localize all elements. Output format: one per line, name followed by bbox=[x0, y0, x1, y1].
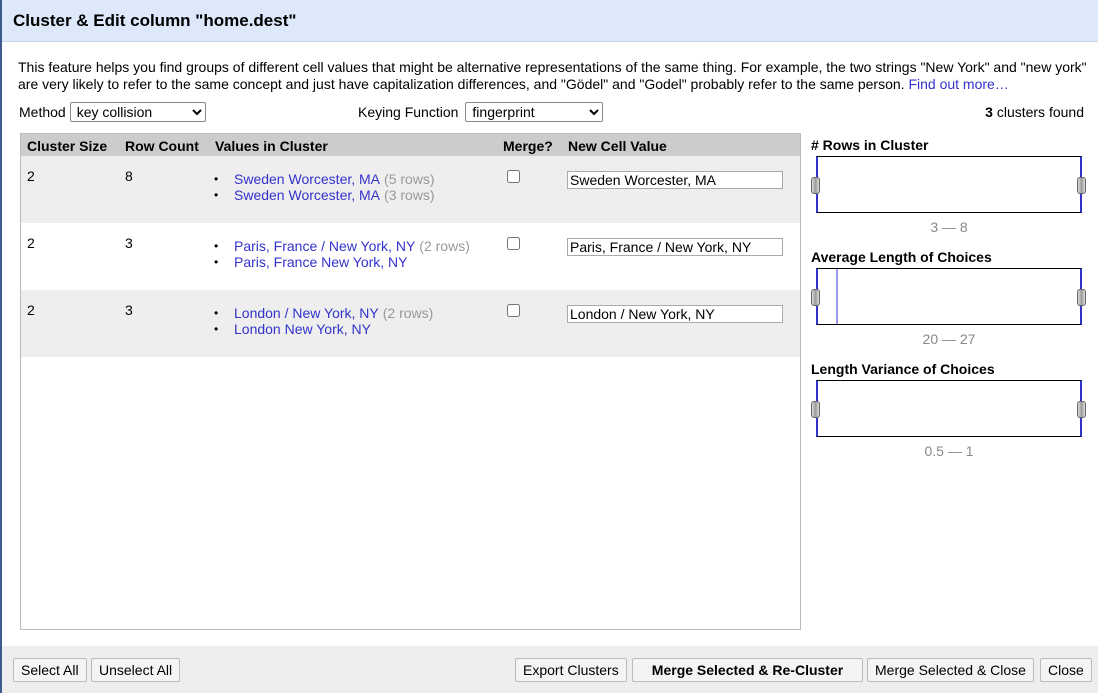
keying-control: Keying Function fingerprint bbox=[358, 102, 604, 122]
facet-title: Length Variance of Choices bbox=[811, 361, 995, 377]
facet-range: 0.5 — 1 bbox=[924, 443, 974, 459]
cluster-value: London / New York, NY(2 rows) bbox=[217, 305, 433, 321]
clusters-suffix: clusters found bbox=[992, 104, 1084, 120]
range-handle-right[interactable] bbox=[1077, 401, 1086, 418]
table-header: Cluster Size Row Count Values in Cluster… bbox=[21, 134, 800, 156]
range-handle-right[interactable] bbox=[1077, 289, 1086, 306]
method-label: Method bbox=[19, 104, 66, 120]
clusters-count: 3 bbox=[985, 104, 993, 120]
col-merge[interactable]: Merge? bbox=[503, 138, 553, 154]
clusters-table: Cluster Size Row Count Values in Cluster… bbox=[20, 133, 801, 630]
facet-title: # Rows in Cluster bbox=[811, 137, 929, 153]
range-handle-right[interactable] bbox=[1077, 177, 1086, 194]
dialog-title: Cluster & Edit column "home.dest" bbox=[13, 11, 297, 30]
row-count: 3 bbox=[125, 235, 133, 251]
cluster-size: 2 bbox=[27, 235, 35, 251]
col-new-value[interactable]: New Cell Value bbox=[568, 138, 667, 154]
range-handle-left[interactable] bbox=[811, 289, 820, 306]
dialog-header: Cluster & Edit column "home.dest" bbox=[2, 0, 1098, 42]
values-list: London / New York, NY(2 rows)London New … bbox=[217, 305, 433, 337]
value-row-count: (2 rows) bbox=[382, 305, 434, 321]
col-row-count[interactable]: Row Count bbox=[125, 138, 199, 154]
value-link[interactable]: Paris, France / New York, NY bbox=[234, 238, 415, 254]
value-link[interactable]: London New York, NY bbox=[234, 321, 371, 337]
table-row: 2 3 London / New York, NY(2 rows)London … bbox=[21, 290, 800, 357]
new-cell-value-input[interactable] bbox=[567, 238, 783, 256]
col-cluster-size[interactable]: Cluster Size bbox=[27, 138, 107, 154]
select-all-button[interactable]: Select All bbox=[13, 658, 87, 682]
clusters-found: 3 clusters found bbox=[985, 104, 1084, 120]
method-control: Method key collision bbox=[19, 102, 206, 122]
method-select[interactable]: key collision bbox=[69, 102, 206, 122]
facet-title: Average Length of Choices bbox=[811, 249, 992, 265]
range-handle-left[interactable] bbox=[811, 177, 820, 194]
range-facet: # Rows in Cluster 3 — 8 bbox=[811, 137, 1091, 235]
facet-range: 3 — 8 bbox=[930, 219, 968, 235]
cluster-value: London New York, NY bbox=[217, 321, 433, 337]
facet-histogram bbox=[816, 380, 1082, 437]
value-link[interactable]: Paris, France New York, NY bbox=[234, 254, 408, 270]
new-cell-value-input[interactable] bbox=[567, 171, 783, 189]
merge-recluster-button[interactable]: Merge Selected & Re-Cluster bbox=[632, 658, 863, 682]
export-clusters-button[interactable]: Export Clusters bbox=[515, 658, 627, 682]
facet-histogram bbox=[816, 156, 1082, 213]
cluster-size: 2 bbox=[27, 302, 35, 318]
cluster-value: Sweden Worcester, MA(5 rows) bbox=[217, 171, 435, 187]
merge-checkbox[interactable] bbox=[507, 170, 520, 183]
facet-histogram bbox=[816, 268, 1082, 325]
merge-checkbox[interactable] bbox=[507, 237, 520, 250]
value-row-count: (2 rows) bbox=[419, 238, 470, 254]
value-link[interactable]: Sweden Worcester, MA bbox=[234, 187, 380, 203]
merge-close-button[interactable]: Merge Selected & Close bbox=[867, 658, 1034, 682]
range-facet: Length Variance of Choices 0.5 — 1 bbox=[811, 361, 1091, 459]
close-button[interactable]: Close bbox=[1040, 658, 1092, 682]
new-cell-value-input[interactable] bbox=[567, 305, 783, 323]
table-row: 2 3 Paris, France / New York, NY(2 rows)… bbox=[21, 223, 800, 290]
col-values[interactable]: Values in Cluster bbox=[215, 138, 328, 154]
unselect-all-button[interactable]: Unselect All bbox=[91, 658, 181, 682]
cluster-value: Paris, France / New York, NY(2 rows) bbox=[217, 238, 470, 254]
range-facet: Average Length of Choices 20 — 27 bbox=[811, 249, 1091, 347]
merge-checkbox[interactable] bbox=[507, 304, 520, 317]
row-count: 8 bbox=[125, 168, 133, 184]
cluster-value: Sweden Worcester, MA(3 rows) bbox=[217, 187, 435, 203]
value-row-count: (5 rows) bbox=[384, 171, 435, 187]
facet-range: 20 — 27 bbox=[922, 331, 976, 347]
keying-function-select[interactable]: fingerprint bbox=[465, 102, 604, 122]
value-row-count: (3 rows) bbox=[384, 187, 435, 203]
keying-label: Keying Function bbox=[358, 104, 459, 120]
value-link[interactable]: London / New York, NY bbox=[234, 305, 379, 321]
row-count: 3 bbox=[125, 302, 133, 318]
description: This feature helps you find groups of di… bbox=[18, 59, 1088, 93]
table-row: 2 8 Sweden Worcester, MA(5 rows)Sweden W… bbox=[21, 156, 800, 223]
histogram-bar bbox=[836, 269, 839, 324]
cluster-value: Paris, France New York, NY bbox=[217, 254, 470, 270]
values-list: Paris, France / New York, NY(2 rows)Pari… bbox=[217, 238, 470, 270]
dialog-footer: Select All Unselect All Export Clusters … bbox=[2, 646, 1098, 693]
value-link[interactable]: Sweden Worcester, MA bbox=[234, 171, 380, 187]
range-handle-left[interactable] bbox=[811, 401, 820, 418]
values-list: Sweden Worcester, MA(5 rows)Sweden Worce… bbox=[217, 171, 435, 203]
cluster-size: 2 bbox=[27, 168, 35, 184]
find-out-more-link[interactable]: Find out more… bbox=[908, 76, 1008, 92]
